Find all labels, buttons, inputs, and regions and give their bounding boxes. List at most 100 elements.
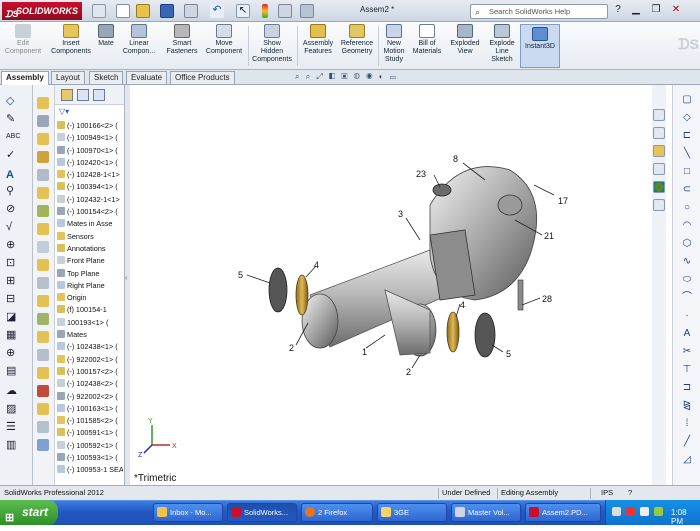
mirror-icon[interactable]: ⧎ (679, 399, 695, 413)
tab-assembly[interactable]: Assembly (1, 71, 49, 85)
new-part-icon[interactable] (37, 133, 49, 145)
task-firefox[interactable]: 2 Firefox (301, 503, 373, 522)
units-indicator[interactable]: IPS (601, 486, 613, 500)
tree-item[interactable]: (-) 100591<1> ( (57, 427, 123, 439)
bill-of-materials-button[interactable]: Bill of Materials (411, 24, 443, 56)
start-button[interactable]: ⊞ start (0, 500, 58, 525)
edit-part-icon[interactable] (37, 295, 49, 307)
collision-detection-icon[interactable] (37, 349, 49, 361)
spline-icon[interactable]: ∿ (679, 255, 695, 269)
hide-show-icon[interactable] (37, 259, 49, 271)
table-icon[interactable]: ▤ (6, 365, 18, 377)
pattern-icon[interactable] (37, 187, 49, 199)
slot-icon[interactable]: ⊂ (679, 183, 695, 197)
text-icon[interactable]: A (679, 327, 695, 341)
edit-component-button[interactable]: Edit Component (4, 24, 42, 56)
tree-item[interactable]: (-) 102428-1<1> (57, 169, 123, 181)
circle-icon[interactable]: ○ (679, 201, 695, 215)
surface-finish-icon[interactable]: √ (6, 221, 18, 233)
options-icon[interactable] (300, 4, 314, 18)
point-icon[interactable]: · (679, 309, 695, 323)
tab-layout[interactable]: Layout (51, 71, 86, 84)
task-3ge[interactable]: 3GE (377, 503, 447, 522)
clock[interactable]: 1:08 PM (671, 508, 700, 526)
spell-check-icon[interactable]: ABC (6, 131, 20, 143)
linear-component-pattern-button[interactable]: Linear Compon... (119, 24, 159, 56)
network-icon[interactable] (612, 507, 621, 516)
tree-item[interactable]: (-) 102432-1<1> (57, 194, 123, 206)
tab-sketch[interactable]: Sketch (89, 71, 124, 84)
insert-components-button[interactable]: Insert Components (48, 24, 94, 56)
tree-item[interactable]: Annotations (57, 243, 123, 255)
datum-target-icon[interactable]: ◪ (6, 311, 18, 323)
search-input[interactable]: ⌕ Search SolidWorks Help (470, 4, 608, 19)
interference-detection-icon[interactable] (37, 331, 49, 343)
appearances-icon[interactable] (653, 181, 665, 193)
save-icon[interactable] (160, 4, 174, 18)
chamfer-icon[interactable]: ◿ (679, 453, 695, 467)
balloon-icon[interactable]: ⚲ (6, 185, 18, 197)
exploded-view-button[interactable]: Exploded View (448, 24, 482, 56)
tree-item[interactable]: (f) 100154-1 (57, 304, 123, 316)
view-palette-icon[interactable] (653, 163, 665, 175)
eraser-icon[interactable]: ✎ (6, 113, 18, 125)
new-motion-study-button[interactable]: New Motion Study (380, 24, 408, 64)
cap-shape[interactable] (497, 194, 523, 216)
tree-item[interactable]: Mates (57, 329, 123, 341)
task-assem2-pdf[interactable]: Assem2.PD... (525, 503, 601, 522)
magnetic-line-icon[interactable]: ☰ (6, 421, 18, 433)
reference-geometry-button[interactable]: Reference Geometry (338, 24, 376, 56)
datum-feature-icon[interactable]: ⊟ (6, 293, 18, 305)
tree-item[interactable]: (-) 100157<2> ( (57, 366, 123, 378)
print-icon[interactable] (184, 4, 198, 18)
task-master-volume[interactable]: Master Vol... (451, 503, 521, 522)
new-document-icon[interactable] (116, 4, 130, 18)
polygon-icon[interactable]: ⬡ (679, 237, 695, 251)
ellipse-icon[interactable]: ⬭ (679, 273, 695, 287)
update-icon[interactable] (654, 507, 663, 516)
design-library-icon[interactable] (653, 127, 665, 139)
file-explorer-icon[interactable] (653, 145, 665, 157)
tree-item[interactable]: Right Plane (57, 280, 123, 292)
tree-item[interactable]: Mates in Asse (57, 218, 123, 230)
tree-item[interactable]: (-) 100953-1 SEA (57, 464, 123, 476)
bom-table-icon[interactable]: ▥ (6, 439, 18, 451)
task-solidworks[interactable]: SolidWorks... (227, 503, 297, 522)
tree-item[interactable]: (-) 100154<2> ( (57, 206, 123, 218)
assembly-features-button[interactable]: Assembly Features (298, 24, 338, 56)
pattern-icon[interactable]: ⁞ (679, 417, 695, 431)
tree-item[interactable]: (-) 101585<2> ( (57, 415, 123, 427)
help-icon[interactable]: ? (610, 3, 626, 17)
tree-item[interactable]: Sensors (57, 231, 123, 243)
instant3d-button[interactable]: Instant3D (520, 24, 560, 68)
weld-symbol-icon[interactable]: ⊕ (6, 239, 18, 251)
left-nut-shape[interactable] (268, 267, 288, 313)
insert-part-icon[interactable] (37, 97, 49, 109)
tree-item[interactable]: (-) 922002<1> ( (57, 354, 123, 366)
tree-item[interactable]: (-) 100166<2> ( (57, 120, 123, 132)
auto-balloon-icon[interactable]: ⊘ (6, 203, 18, 215)
restore-button[interactable]: ❐ (648, 3, 664, 17)
solidworks-logo[interactable]: ᗪS SOLIDWORKS (2, 2, 82, 20)
filter-icon[interactable]: ▽▾ (59, 107, 77, 117)
rectangle-icon[interactable]: □ (679, 165, 695, 179)
tree-item[interactable]: Origin (57, 292, 123, 304)
change-transparency-icon[interactable] (37, 277, 49, 289)
format-painter-icon[interactable]: ✓ (6, 149, 18, 161)
close-button[interactable]: ✕ (668, 3, 684, 17)
tree-item[interactable]: (-) 100593<1> ( (57, 452, 123, 464)
move-component-button[interactable]: Move Component (203, 24, 245, 56)
fillet-icon[interactable]: ⌒ (679, 291, 695, 305)
construction-icon[interactable]: ╱ (679, 435, 695, 449)
tree-item[interactable]: (-) 102438<1> ( (57, 341, 123, 353)
note-icon[interactable]: A (6, 169, 18, 181)
arc-icon[interactable]: ◠ (679, 219, 695, 233)
configuration-manager-tab-icon[interactable] (93, 89, 105, 101)
tree-item[interactable]: (-) 922002<2> ( (57, 391, 123, 403)
status-help-icon[interactable]: ? (628, 486, 632, 500)
solidworks-resources-icon[interactable] (653, 109, 665, 121)
tree-item[interactable]: 100193<1> ( (57, 317, 123, 329)
hole-callout-icon[interactable]: ⊡ (6, 257, 18, 269)
smart-fasteners-button[interactable]: Smart Fasteners (162, 24, 202, 56)
feature-manager-tab-icon[interactable] (61, 89, 73, 101)
